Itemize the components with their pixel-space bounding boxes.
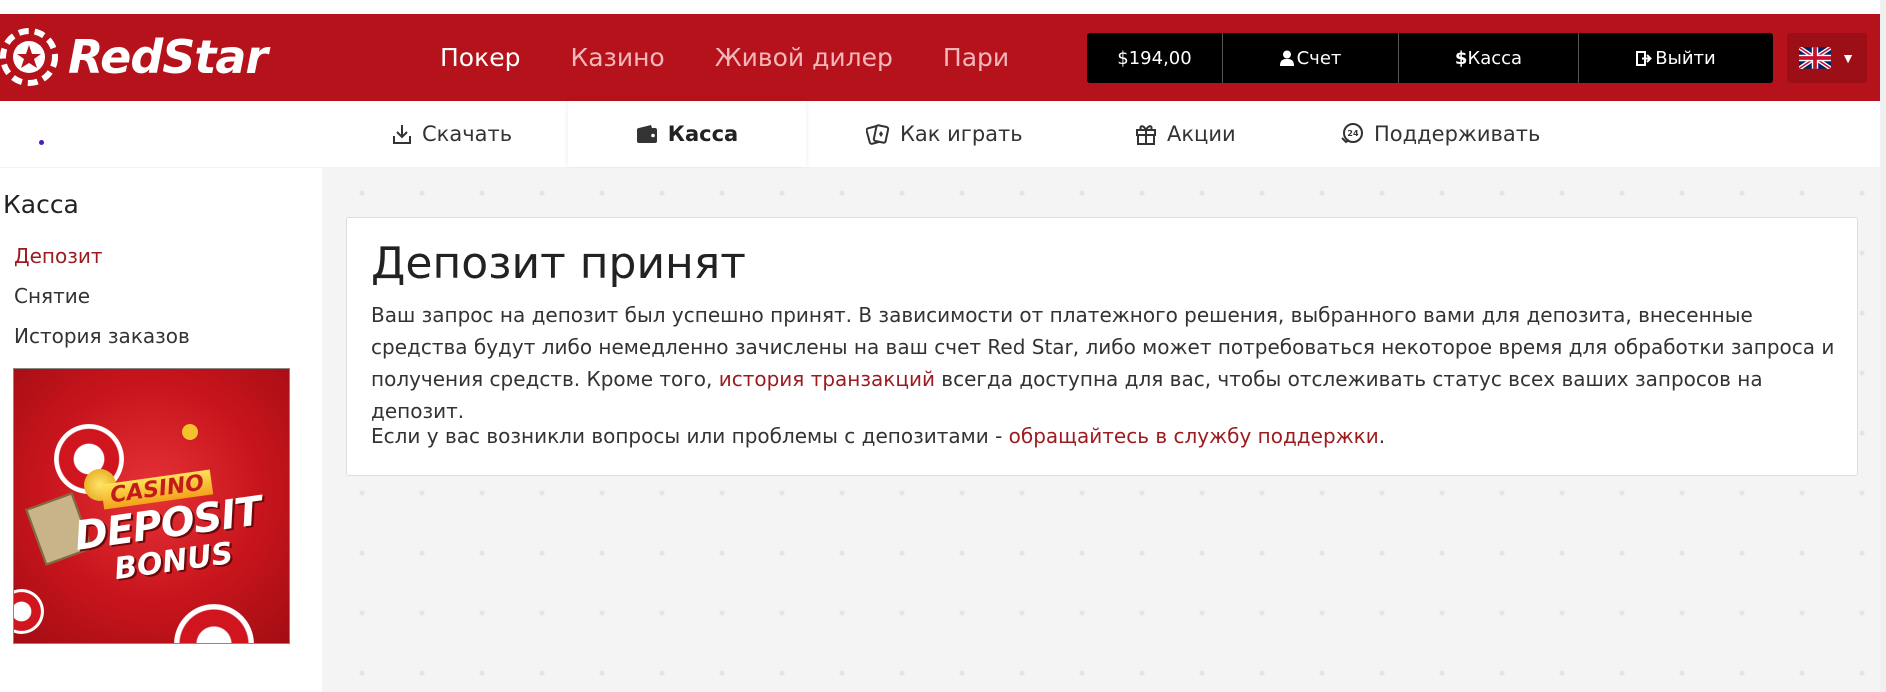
top-strip <box>0 0 1886 14</box>
subnav-support[interactable]: 24 Поддерживать <box>1340 101 1540 167</box>
gift-icon <box>1136 125 1156 145</box>
balance-display[interactable]: $194,00 <box>1087 33 1223 83</box>
support-24-icon: 24 <box>1341 123 1363 144</box>
logo-text: RedStar <box>68 30 268 84</box>
dollar-icon: $ <box>1454 47 1468 69</box>
deposit-info-paragraph: Ваш запрос на депозит был успешно принят… <box>371 299 1841 427</box>
subnav-how-to-play-label: Как играть <box>900 122 1023 146</box>
chevron-down-icon: ▼ <box>1841 50 1855 66</box>
balance-value: $194,00 <box>1117 47 1192 69</box>
nav-casino[interactable]: Казино <box>570 43 664 72</box>
user-icon <box>1279 50 1294 66</box>
account-button[interactable]: Счет <box>1223 33 1399 83</box>
nav-poker[interactable]: Покер <box>440 43 520 72</box>
page-title: Депозит принят <box>371 238 746 289</box>
sidebar-item-withdrawal[interactable]: Снятие <box>14 284 90 308</box>
contact-support-link[interactable]: обращайтесь в службу поддержки <box>1009 424 1379 448</box>
download-icon <box>393 125 411 144</box>
uk-flag-icon <box>1799 47 1832 69</box>
subnav-promotions[interactable]: Акции <box>1135 101 1236 167</box>
svg-text:24: 24 <box>1347 129 1359 138</box>
nav-live-dealer[interactable]: Живой дилер <box>715 43 893 72</box>
cashier-label: Касса <box>1467 47 1523 69</box>
subnav-promotions-label: Акции <box>1167 122 1236 146</box>
sidebar: Касса Депозит Снятие История заказов CAS… <box>0 168 322 692</box>
transaction-history-link[interactable]: история транзакций <box>719 367 935 391</box>
support-paragraph: Если у вас возникли вопросы или проблемы… <box>371 420 1841 452</box>
page-scrollbar[interactable] <box>1880 0 1886 692</box>
sidebar-item-deposit[interactable]: Депозит <box>14 244 103 268</box>
cards-icon <box>866 124 890 145</box>
site-header: RedStar Покер Казино Живой дилер Пари $1… <box>0 14 1886 101</box>
logout-label: Выйти <box>1655 47 1716 69</box>
account-label: Счет <box>1296 47 1342 69</box>
para2-text-end: . <box>1378 424 1386 448</box>
chip-logo-icon <box>0 28 58 86</box>
casino-deposit-bonus-banner[interactable]: CASINO DEPOSIT BONUS <box>13 368 290 644</box>
sub-nav: Скачать Касса Как играть Акции 24 Поддер… <box>0 101 1886 167</box>
account-bar: $194,00 Счет $ Касса Выйти <box>1087 33 1773 83</box>
indicator-dot <box>39 140 44 145</box>
subnav-support-label: Поддерживать <box>1374 122 1541 146</box>
subnav-how-to-play[interactable]: Как играть <box>866 101 1023 167</box>
subnav-download-label: Скачать <box>422 122 513 146</box>
para2-text-start: Если у вас возникли вопросы или проблемы… <box>371 424 1009 448</box>
cashier-button[interactable]: $ Касса <box>1399 33 1579 83</box>
subnav-cashier[interactable]: Касса <box>568 101 806 167</box>
logout-icon <box>1636 50 1653 66</box>
language-selector[interactable]: ▼ <box>1787 33 1867 83</box>
sidebar-item-order-history[interactable]: История заказов <box>14 324 190 348</box>
nav-sports[interactable]: Пари <box>943 43 1009 72</box>
subnav-download[interactable]: Скачать <box>392 101 512 167</box>
main-nav: Покер Казино Живой дилер Пари <box>440 14 1059 101</box>
subnav-cashier-label: Касса <box>667 122 739 146</box>
wallet-icon <box>636 125 657 143</box>
deposit-accepted-card: Депозит принят Ваш запрос на депозит был… <box>346 217 1858 476</box>
logout-button[interactable]: Выйти <box>1579 33 1773 83</box>
logo[interactable]: RedStar <box>0 28 268 86</box>
sidebar-title: Касса <box>3 190 79 219</box>
